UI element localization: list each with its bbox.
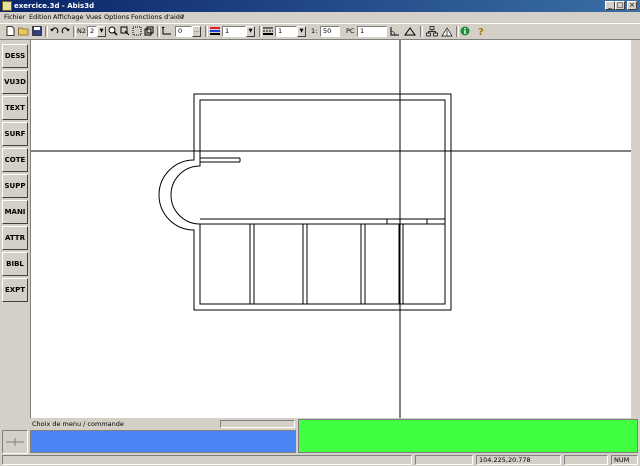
drawing-canvas[interactable] xyxy=(30,40,638,418)
menu-fonctions-aide[interactable]: Fonctions d'aide xyxy=(131,13,184,22)
window-title: exercice.3d - Abis3d xyxy=(14,2,95,10)
sidebar-button-expt[interactable]: EXPT xyxy=(2,278,28,302)
color-select[interactable]: 1 xyxy=(222,26,246,37)
linetype-icon xyxy=(263,26,273,37)
level-dropdown-icon[interactable]: ▼ xyxy=(97,26,106,37)
progress-indicator xyxy=(220,420,295,428)
color-dropdown-icon[interactable]: ▼ xyxy=(246,26,255,37)
canvas-vertical-bar[interactable] xyxy=(631,40,638,418)
scale-prefix: 1: xyxy=(311,27,318,35)
info-icon[interactable] xyxy=(460,26,470,37)
level-select[interactable]: 2 xyxy=(87,26,97,37)
status-empty-pane xyxy=(415,455,473,465)
status-spare-pane xyxy=(564,455,608,465)
menu-options[interactable]: Options xyxy=(104,13,129,22)
menu-vues[interactable]: Vues xyxy=(86,13,102,22)
inner-wall xyxy=(170,99,446,305)
help-cursor-icon[interactable]: ? xyxy=(476,26,486,38)
command-sidebar: DESS VU3D TEXT SURF COTE SUPP MANI ATTR … xyxy=(0,40,30,426)
outer-wall xyxy=(158,93,452,311)
linetype-select[interactable]: 1 xyxy=(275,26,297,37)
floor-plan-drawing xyxy=(31,40,638,418)
minimize-button[interactable]: _ xyxy=(605,1,615,10)
message-panel xyxy=(298,419,638,453)
new-file-icon[interactable] xyxy=(5,26,15,37)
scale-input[interactable]: 50 xyxy=(320,26,340,37)
coordinates-readout: 104.225,20.778 xyxy=(476,455,561,465)
linetype-dropdown-icon[interactable]: ▼ xyxy=(297,26,306,37)
close-button[interactable]: × xyxy=(627,1,637,10)
app-icon xyxy=(2,1,12,11)
spacing-input[interactable]: 0 xyxy=(175,26,192,37)
redo-icon[interactable] xyxy=(61,26,71,37)
zoom-icon[interactable] xyxy=(108,26,118,37)
sidebar-button-mani[interactable]: MANI xyxy=(2,200,28,224)
sidebar-button-supp[interactable]: SUPP xyxy=(2,174,28,198)
sidebar-button-cote[interactable]: COTE xyxy=(2,148,28,172)
sidebar-button-attr[interactable]: ATTR xyxy=(2,226,28,250)
status-message-pane xyxy=(2,455,412,465)
svg-text:?: ? xyxy=(478,27,484,37)
pc-input[interactable]: 1 xyxy=(357,26,387,37)
undo-icon[interactable] xyxy=(49,26,59,37)
color-icon xyxy=(210,26,220,37)
status-bar: 104.225,20.778 NUM xyxy=(0,454,640,466)
pan-icon[interactable] xyxy=(120,26,130,37)
triangle-tool-icon[interactable] xyxy=(404,26,416,37)
menu-bar: Fichier Edition Affichage Vues Options F… xyxy=(0,12,640,23)
command-input-panel[interactable] xyxy=(30,430,296,453)
num-lock-indicator: NUM xyxy=(611,455,638,465)
sidebar-button-bibl[interactable]: BIBL xyxy=(2,252,28,276)
zoom-extents-icon[interactable] xyxy=(144,26,154,37)
sidebar-button-dess[interactable]: DESS xyxy=(2,44,28,68)
level-tree-icon[interactable] xyxy=(441,26,453,37)
command-label: Choix de menu / commande xyxy=(32,420,124,428)
sidebar-button-vu3d[interactable]: VU3D xyxy=(2,70,28,94)
menu-edition[interactable]: Edition xyxy=(29,13,52,22)
menu-affichage[interactable]: Affichage xyxy=(53,13,84,22)
sidebar-button-text[interactable]: TEXT xyxy=(2,96,28,120)
zoom-window-icon[interactable] xyxy=(132,26,142,37)
sidebar-button-surf[interactable]: SURF xyxy=(2,122,28,146)
menu-fichier[interactable]: Fichier xyxy=(4,13,25,22)
hierarchy-icon[interactable] xyxy=(426,26,438,37)
spacing-options-icon[interactable]: … xyxy=(192,26,201,37)
level-label: N2 xyxy=(77,27,86,35)
title-bar: exercice.3d - Abis3d _ □ × xyxy=(0,0,640,12)
spacing-icon xyxy=(161,26,173,37)
crosshair-cursor-icon xyxy=(2,430,28,454)
angle-tool-icon[interactable] xyxy=(389,26,401,37)
menu-help[interactable]: ? xyxy=(181,13,184,22)
save-icon[interactable] xyxy=(32,26,42,37)
open-folder-icon[interactable] xyxy=(18,26,29,37)
maximize-button[interactable]: □ xyxy=(615,1,625,10)
toolbar: N2 2 ▼ 0 … 1 ▼ 1 ▼ 1: 50 PC 1 ? xyxy=(0,23,640,40)
pc-label: PC xyxy=(346,27,355,35)
